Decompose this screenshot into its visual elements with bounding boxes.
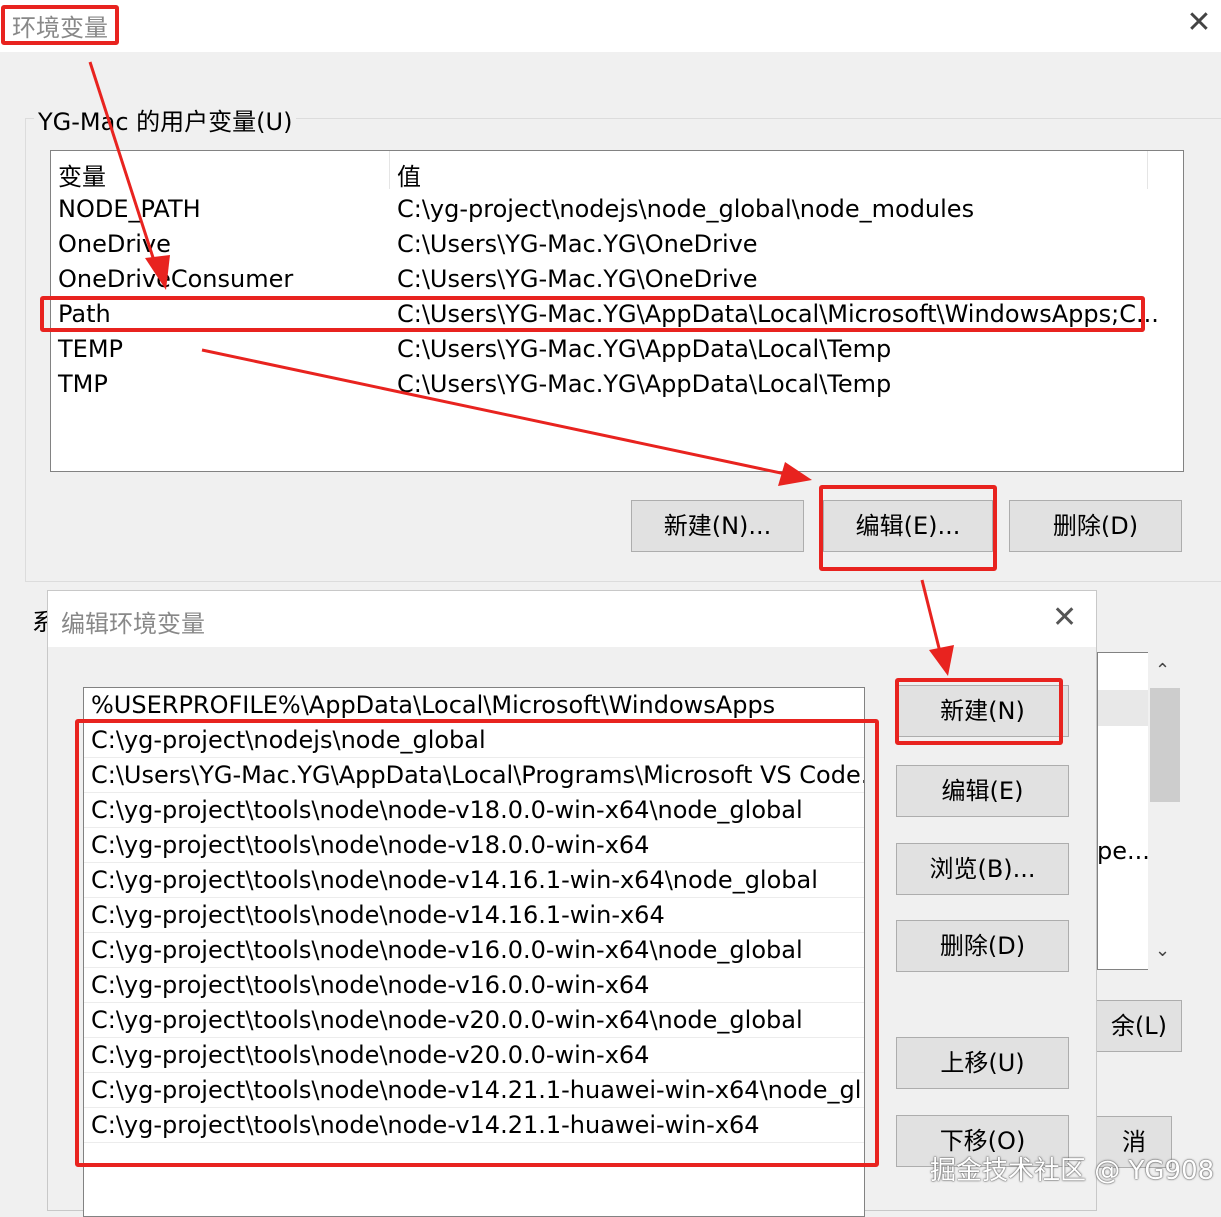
arrow-line xyxy=(201,348,796,478)
arrow-head xyxy=(778,462,812,486)
watermark: 掘金技术社区 @ YG908 xyxy=(930,1156,1215,1186)
arrow-head xyxy=(145,255,170,290)
arrow-line xyxy=(88,61,159,271)
annotation-arrows xyxy=(88,61,954,676)
arrow-head xyxy=(929,645,954,676)
